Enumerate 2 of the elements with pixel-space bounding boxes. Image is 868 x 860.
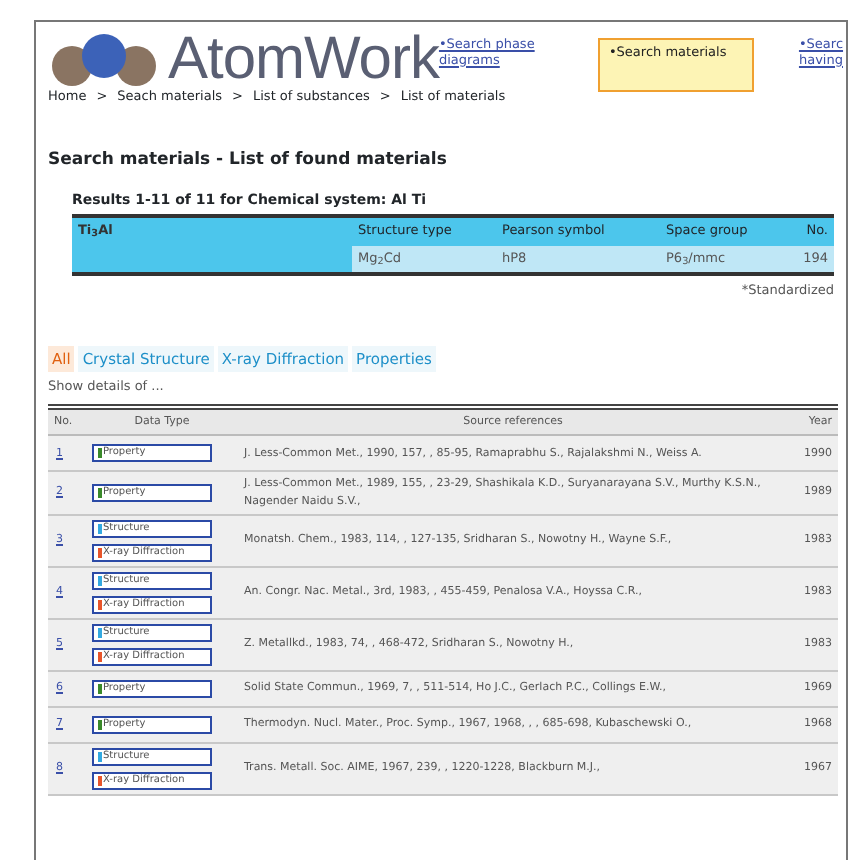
logo[interactable]: AtomWork (168, 30, 439, 90)
page-title: Search materials - List of found materials (48, 147, 449, 173)
